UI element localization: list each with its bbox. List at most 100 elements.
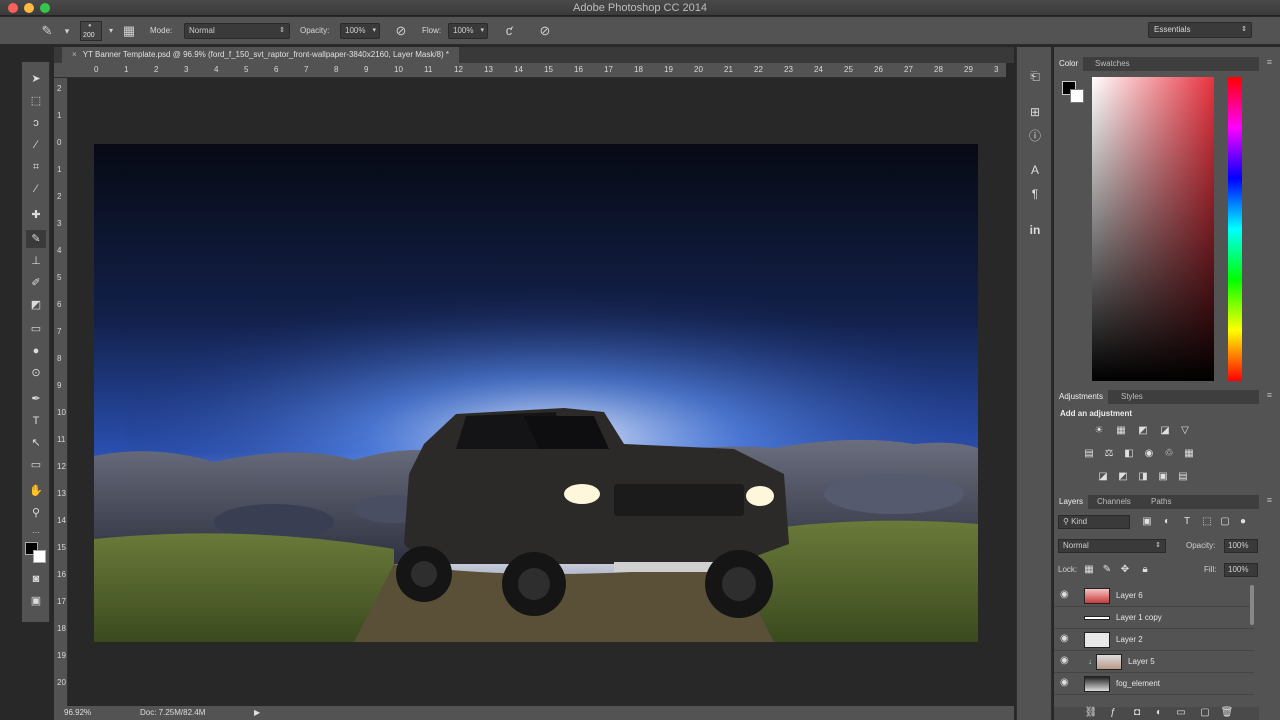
character-panel-icon[interactable]: A (1025, 161, 1045, 179)
tab-adjustments[interactable]: Adjustments (1054, 390, 1109, 404)
screen-mode-icon[interactable]: ▣ (26, 592, 46, 610)
hue-saturation-icon[interactable]: ▤ (1082, 448, 1096, 460)
layer-row[interactable]: ◉ Layer 6 (1054, 585, 1254, 607)
lock-pixels-icon[interactable]: ✎ (1100, 564, 1114, 576)
document-tab[interactable]: × YT Banner Template.psd @ 96.9% (ford_f… (62, 47, 460, 63)
lock-transparency-icon[interactable]: ▦ (1082, 564, 1096, 576)
filter-pixel-icon[interactable]: ▣ (1140, 516, 1154, 528)
tab-layers[interactable]: Layers (1054, 495, 1089, 509)
move-tool-icon[interactable]: ➤ (26, 70, 46, 88)
layer-row[interactable]: ◉ Layer 2 (1054, 629, 1254, 651)
layer-style-icon[interactable]: ƒ (1106, 707, 1120, 719)
quick-mask-icon[interactable]: ◙ (26, 570, 46, 588)
pressure-size-icon[interactable]: ⊘ (536, 22, 554, 40)
layer-opacity-field[interactable]: 100% (1224, 539, 1258, 553)
ruler-vertical[interactable]: 2 1 0 1 2 3 4 5 6 7 8 9 10 11 12 13 14 15 16 17 18 19 20 (54, 78, 68, 706)
delete-layer-icon[interactable]: 🗑︎ (1220, 707, 1234, 719)
lock-position-icon[interactable]: ✥ (1118, 564, 1132, 576)
background-color-swatch[interactable] (1070, 89, 1084, 103)
layer-row[interactable]: ◉ ↓ Layer 5 (1054, 651, 1254, 673)
layer-row[interactable]: ◉ fog_element (1054, 673, 1254, 695)
tab-color[interactable]: Color (1054, 57, 1084, 71)
panel-menu-icon[interactable]: ≡ (1267, 390, 1272, 400)
brush-tool-icon[interactable]: ✎ (26, 230, 46, 248)
posterize-icon[interactable]: ◩ (1116, 471, 1130, 483)
panel-menu-icon[interactable]: ≡ (1267, 495, 1272, 505)
color-balance-icon[interactable]: ⚖ (1102, 448, 1116, 460)
hue-slider[interactable] (1228, 77, 1242, 381)
history-panel-icon[interactable]: ⎗ (1025, 67, 1045, 85)
color-field[interactable] (1092, 77, 1214, 381)
link-layers-icon[interactable]: ⛓ (1084, 707, 1098, 719)
clone-stamp-tool-icon[interactable]: ⊥ (26, 252, 46, 270)
info-panel-icon[interactable]: ⓘ (1025, 127, 1045, 145)
exposure-icon[interactable]: ◪ (1158, 425, 1172, 437)
visibility-eye-icon[interactable]: ◉ (1060, 677, 1069, 688)
zoom-tool-icon[interactable]: ⚲ (26, 504, 46, 522)
document-canvas[interactable] (94, 144, 978, 642)
zoom-level[interactable]: 96.92% (64, 708, 91, 717)
airbrush-icon[interactable]: ƈ (500, 22, 518, 40)
brightness-icon[interactable]: ☀ (1092, 425, 1106, 437)
blur-tool-icon[interactable]: ● (26, 342, 46, 360)
curves-icon[interactable]: ◩ (1136, 425, 1150, 437)
path-selection-tool-icon[interactable]: ↖ (26, 434, 46, 452)
new-layer-icon[interactable]: ▢ (1198, 707, 1212, 719)
new-group-icon[interactable]: ▭ (1174, 707, 1188, 719)
visibility-eye-icon[interactable]: ◉ (1060, 655, 1069, 666)
pen-tool-icon[interactable]: ✒ (26, 390, 46, 408)
tab-channels[interactable]: Channels (1092, 495, 1136, 509)
filter-shape-icon[interactable]: ⬚ (1200, 516, 1214, 528)
lasso-tool-icon[interactable]: ↄ (26, 114, 46, 132)
brush-preset-arrow-icon[interactable]: ▾ (102, 22, 120, 40)
filter-smart-object-icon[interactable]: ▢ (1218, 516, 1232, 528)
healing-brush-tool-icon[interactable]: ✚ (26, 206, 46, 224)
background-color-swatch[interactable] (33, 550, 46, 563)
ruler-horizontal[interactable]: 0 1 2 3 4 5 6 7 8 9 10 11 12 13 14 15 16 17 18 19 20 21 22 23 24… (54, 63, 1006, 78)
canvas-area[interactable] (68, 78, 1006, 706)
pressure-opacity-icon[interactable]: ⊘ (392, 22, 410, 40)
flow-field[interactable]: 100% ▾ (448, 23, 488, 39)
crop-tool-icon[interactable]: ⌗ (26, 158, 46, 176)
brush-panel-icon[interactable]: ▦ (120, 22, 138, 40)
channel-mixer-icon[interactable]: ♲ (1162, 448, 1176, 460)
invert-icon[interactable]: ◪ (1096, 471, 1110, 483)
filter-adjustment-icon[interactable]: ◐ (1160, 516, 1174, 528)
layer-row[interactable]: Layer 1 copy (1054, 607, 1254, 629)
chevron-down-icon[interactable]: ▾ (58, 22, 76, 40)
levels-icon[interactable]: ▦ (1114, 425, 1128, 437)
add-mask-icon[interactable]: ◘ (1130, 707, 1144, 719)
dodge-tool-icon[interactable]: ⊙ (26, 364, 46, 382)
visibility-eye-icon[interactable]: ◉ (1060, 589, 1069, 600)
blend-mode-select[interactable]: Normal ⇕ (1058, 539, 1166, 553)
color-lookup-icon[interactable]: ▦ (1182, 448, 1196, 460)
visibility-eye-icon[interactable]: ◉ (1060, 633, 1069, 644)
tab-styles[interactable]: Styles (1116, 390, 1148, 404)
marquee-tool-icon[interactable]: ⬚ (26, 92, 46, 110)
gradient-map-icon[interactable]: ▤ (1176, 471, 1190, 483)
hand-tool-icon[interactable]: ✋ (26, 482, 46, 500)
linkedin-icon[interactable]: in (1025, 221, 1045, 239)
type-tool-icon[interactable]: T (26, 412, 46, 430)
rectangle-tool-icon[interactable]: ▭ (26, 456, 46, 474)
threshold-icon[interactable]: ◨ (1136, 471, 1150, 483)
layer-fill-field[interactable]: 100% (1224, 563, 1258, 577)
eyedropper-tool-icon[interactable]: ⁄ (26, 180, 46, 198)
lock-all-icon[interactable]: 🔒︎ (1138, 564, 1152, 576)
properties-panel-icon[interactable]: ⊞ (1025, 103, 1045, 121)
black-white-icon[interactable]: ◧ (1122, 448, 1136, 460)
tab-swatches[interactable]: Swatches (1090, 57, 1135, 71)
vibrance-icon[interactable]: ▽ (1178, 425, 1192, 437)
doc-size[interactable]: Doc: 7.25M/82.4M (140, 708, 205, 717)
gradient-tool-icon[interactable]: ▭ (26, 320, 46, 338)
history-brush-tool-icon[interactable]: ✐ (26, 274, 46, 292)
more-tools-icon[interactable]: ··· (26, 524, 46, 542)
brush-tool-icon[interactable]: ✎ (38, 22, 56, 40)
brush-size-picker[interactable]: ● 200 (80, 21, 102, 41)
panel-menu-icon[interactable]: ≡ (1267, 57, 1272, 67)
opacity-field[interactable]: 100% ▾ (340, 23, 380, 39)
status-menu-arrow-icon[interactable]: ▶ (254, 708, 260, 717)
eraser-tool-icon[interactable]: ◩ (26, 296, 46, 314)
close-tab-icon[interactable]: × (72, 50, 77, 59)
paragraph-panel-icon[interactable]: ¶ (1025, 185, 1045, 203)
